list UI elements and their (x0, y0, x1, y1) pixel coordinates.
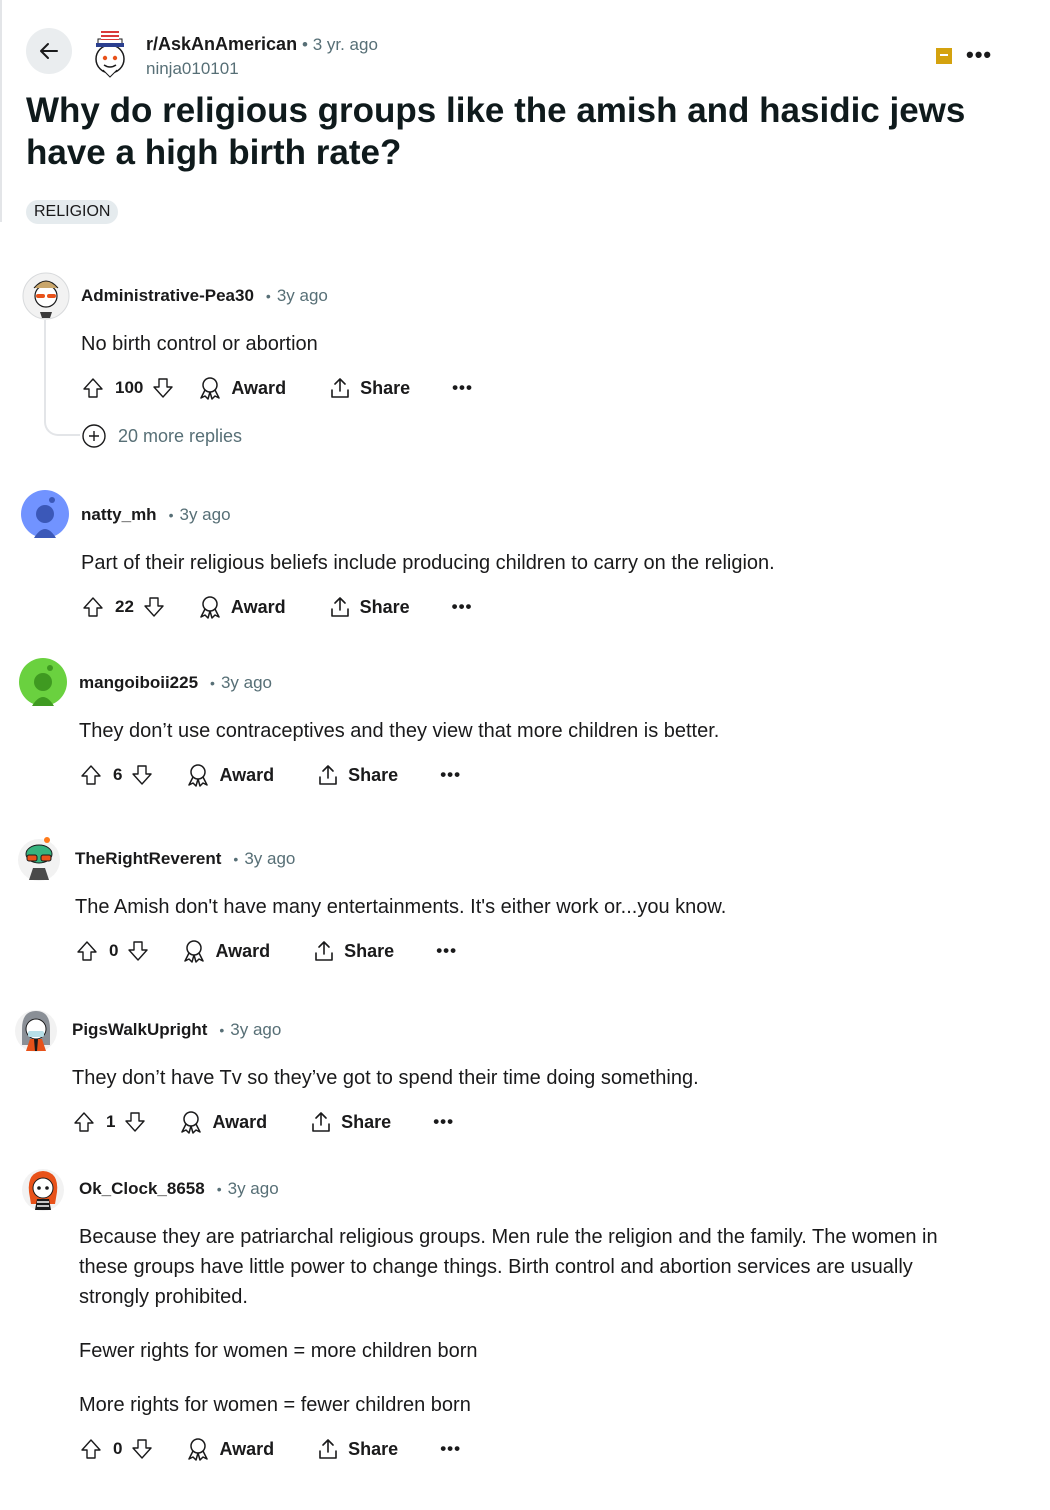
subreddit-name[interactable]: r/AskAnAmerican (146, 34, 297, 55)
vote-score: 22 (115, 597, 134, 616)
post-age: • 3 yr. ago (302, 35, 378, 54)
post-flair[interactable]: RELIGION (26, 200, 119, 224)
share-button[interactable]: Share (328, 376, 410, 400)
comment-body: No birth control or abortion (81, 333, 318, 355)
comment-body: They don’t have Tv so they’ve got to spe… (72, 1067, 699, 1089)
post-title: Why do religious groups like the amish a… (26, 91, 966, 172)
upvote-icon[interactable] (72, 1110, 96, 1134)
share-icon (330, 597, 349, 617)
award-icon (184, 940, 205, 963)
share-button[interactable]: Share (309, 1110, 391, 1134)
award-button[interactable]: Award (185, 1437, 274, 1461)
share-icon (312, 1112, 330, 1132)
upvote-icon[interactable] (75, 939, 99, 963)
comment-actions: 22 Award Share ••• (81, 592, 473, 622)
comment-actions: 1 Award Share ••• (72, 1107, 454, 1137)
downvote-icon[interactable] (151, 376, 175, 400)
award-icon (188, 1438, 209, 1461)
vote-score: 100 (115, 378, 144, 397)
share-button[interactable]: Share (316, 1437, 398, 1461)
downvote-icon[interactable] (130, 1437, 154, 1461)
user-avatar[interactable] (12, 1005, 60, 1053)
comment-more-options-button[interactable]: ••• (436, 941, 457, 961)
downvote-icon[interactable] (130, 763, 154, 787)
comment-more-options-button[interactable]: ••• (433, 1112, 454, 1132)
upvote-icon[interactable] (81, 376, 105, 400)
comment-actions: 6 Award Share ••• (79, 760, 461, 790)
downvote-icon[interactable] (142, 595, 166, 619)
back-arrow-icon (40, 43, 58, 59)
meta-separator: • (216, 1181, 222, 1197)
award-icon (200, 377, 221, 400)
comment-body: Part of their religious beliefs include … (81, 552, 775, 574)
share-icon (319, 1439, 337, 1459)
user-avatar[interactable] (19, 1164, 67, 1212)
meta-separator: • (233, 851, 239, 867)
award-button[interactable]: Award (181, 939, 270, 963)
upvote-icon[interactable] (79, 1437, 103, 1461)
downvote-icon[interactable] (126, 939, 150, 963)
award-button[interactable]: Award (197, 595, 286, 619)
share-button[interactable]: Share (312, 939, 394, 963)
meta-separator: • (265, 288, 271, 304)
post-author[interactable]: ninja010101 (146, 59, 239, 79)
upvote-icon[interactable] (81, 595, 105, 619)
meta-separator: • (168, 507, 174, 523)
award-button[interactable]: Award (178, 1110, 267, 1134)
back-button[interactable] (26, 28, 72, 74)
comment-actions: 100 Award Share ••• (81, 373, 473, 403)
comment-age: 3y ago (244, 849, 296, 868)
vote-score: 6 (113, 765, 123, 784)
share-button[interactable]: Share (316, 763, 398, 787)
upvote-icon[interactable] (79, 763, 103, 787)
comment-age: 3y ago (179, 505, 231, 524)
meta-separator: • (219, 1022, 225, 1038)
comment-author[interactable]: Ok_Clock_8658 (79, 1179, 205, 1199)
award-button[interactable]: Award (185, 763, 274, 787)
vote-score: 0 (113, 1439, 123, 1458)
user-avatar[interactable] (21, 490, 69, 538)
comment-age: 3y ago (230, 1020, 282, 1039)
post-more-options-button[interactable]: ••• (966, 42, 992, 68)
comment-more-options-button[interactable]: ••• (440, 765, 461, 785)
vote-score: 1 (106, 1112, 116, 1131)
award-button[interactable]: Award (197, 376, 286, 400)
comment-more-options-button[interactable]: ••• (452, 597, 473, 617)
thread-edge-line (0, 0, 2, 222)
thread-line (44, 320, 80, 436)
user-avatar[interactable] (22, 272, 70, 320)
share-icon (315, 941, 333, 961)
share-button[interactable]: Share (328, 595, 410, 619)
user-avatar[interactable] (19, 658, 67, 706)
comment-author[interactable]: PigsWalkUpright (72, 1020, 207, 1040)
award-icon (188, 764, 209, 787)
comment-age: 3y ago (227, 1179, 279, 1198)
comment-more-options-button[interactable]: ••• (452, 378, 473, 398)
subreddit-avatar[interactable] (86, 29, 134, 79)
comment-author[interactable]: Administrative-Pea30 (81, 286, 254, 306)
comment-body: The Amish don't have many entertainments… (75, 896, 727, 918)
archive-icon[interactable] (936, 48, 952, 64)
comment-more-options-button[interactable]: ••• (440, 1439, 461, 1459)
comment-age: 3y ago (276, 286, 328, 305)
plus-circle-icon (82, 424, 106, 448)
comment-author[interactable]: natty_mh (81, 505, 157, 525)
meta-separator: • (210, 675, 215, 691)
comment-author[interactable]: TheRightReverent (75, 849, 221, 869)
share-icon (319, 765, 337, 785)
comment-age: 3y ago (220, 673, 272, 692)
comment-actions: 0 Award Share ••• (79, 1434, 461, 1464)
comment-body: They don’t use contraceptives and they v… (79, 720, 720, 742)
vote-score: 0 (109, 941, 119, 960)
comment-author[interactable]: mangoiboii225 (79, 673, 198, 693)
downvote-icon[interactable] (123, 1110, 147, 1134)
more-replies-button[interactable]: 20 more replies (82, 424, 242, 448)
share-icon (331, 378, 349, 398)
user-avatar[interactable] (15, 834, 63, 882)
award-icon (200, 596, 220, 619)
comment-actions: 0 Award Share ••• (75, 936, 457, 966)
comment-body: Because they are patriarchal religious g… (79, 1226, 938, 1416)
post-header: r/AskAnAmerican • 3 yr. ago ninja010101 … (26, 28, 1006, 80)
award-icon (181, 1111, 202, 1134)
